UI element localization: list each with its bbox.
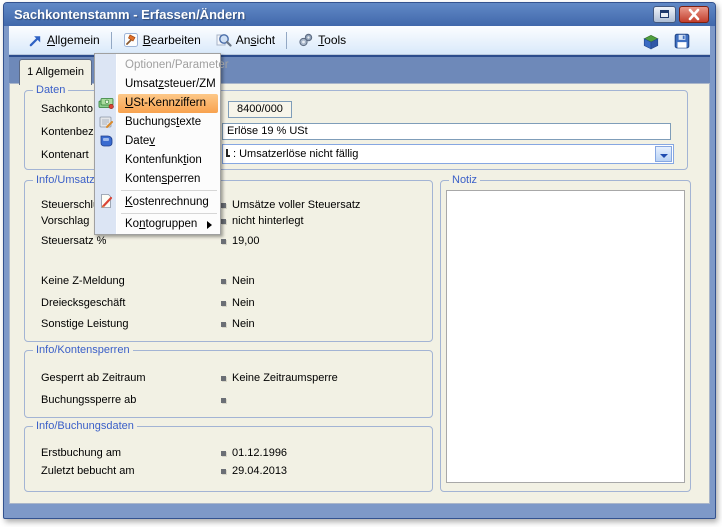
row-value: Keine Zeitraumsperre (232, 372, 338, 384)
note-pencil-icon (98, 114, 114, 130)
value-bullet (221, 451, 226, 456)
value-bullet (221, 203, 226, 208)
row-label: Vorschlag (41, 215, 89, 227)
close-icon (680, 7, 708, 22)
kontenart-dropdown[interactable]: : Umsatzerlöse nicht fällig (222, 144, 674, 164)
row-label: Gesperrt ab Zeitraum (41, 372, 146, 384)
group-info-buchungsdaten: Info/Buchungsdaten Erstbuchung am 01.12.… (24, 426, 433, 492)
kontenart-label: Kontenart (41, 149, 89, 161)
menu-ansicht[interactable]: Ansicht (208, 29, 282, 51)
submenu-arrow-icon (207, 221, 212, 229)
menubar: Allgemein Bearbeiten Ansicht (9, 26, 710, 55)
row-label: Zuletzt bebucht am (41, 465, 135, 477)
row-value: Nein (232, 318, 255, 330)
menu-separator (121, 213, 217, 214)
group-notiz-title: Notiz (449, 174, 480, 186)
arrow-ne-icon (28, 33, 43, 48)
menu-item-optionen-parameter: Optionen/Parameter (118, 56, 218, 75)
row-label: Dreiecksgeschäft (41, 297, 125, 309)
window-title: Sachkontenstamm - Erfassen/Ändern (14, 7, 245, 22)
floppy-save-icon (673, 32, 691, 50)
menu-item-kostenrechnung[interactable]: Kostenrechnung (118, 193, 218, 212)
row-value: Umsätze voller Steuersatz (232, 199, 360, 211)
datev-icon (98, 133, 114, 149)
group-info-kontensperren-title: Info/Kontensperren (33, 344, 133, 356)
menubar-separator (286, 32, 287, 49)
package-icon (642, 32, 660, 50)
row-value: 19,00 (232, 235, 260, 247)
banknotes-icon (98, 95, 114, 111)
kontenart-value: : Umsatzerlöse nicht fällig (233, 148, 358, 160)
sachkonto-field[interactable]: 8400/000 (228, 101, 292, 118)
row-label: Keine Z-Meldung (41, 275, 125, 287)
sachkonto-label: Sachkonto (41, 103, 93, 115)
menu-bearbeiten[interactable]: Bearbeiten (116, 29, 208, 51)
app-window: Sachkontenstamm - Erfassen/Ändern Allgem… (3, 2, 716, 519)
notiz-textarea[interactable] (446, 190, 685, 483)
menubar-separator (111, 32, 112, 49)
save-button[interactable] (673, 32, 691, 50)
group-info-buchungsdaten-title: Info/Buchungsdaten (33, 420, 137, 432)
menu-item-datev[interactable]: Datev (118, 132, 218, 151)
kontenart-hidden-text-fragment (226, 149, 230, 157)
restore-button[interactable] (653, 6, 676, 23)
value-bullet (221, 469, 226, 474)
row-value: nicht hinterlegt (232, 215, 304, 227)
kontenbezeichnung-field[interactable]: Erlöse 19 % USt (222, 123, 671, 140)
menu-item-kontensperren[interactable]: Kontensperren (118, 170, 218, 189)
close-button[interactable] (679, 6, 709, 23)
row-value: Nein (232, 275, 255, 287)
bearbeiten-dropdown-menu: Optionen/Parameter Umsatzsteuer/ZM USt-K… (94, 53, 221, 235)
menu-item-kontenfunktion[interactable]: Kontenfunktion (118, 151, 218, 170)
row-value: Nein (232, 297, 255, 309)
value-bullet (221, 322, 226, 327)
row-label: Buchungssperre ab (41, 394, 136, 406)
row-value: 29.04.2013 (232, 465, 287, 477)
value-bullet (221, 239, 226, 244)
value-bullet (221, 279, 226, 284)
menu-allgemein[interactable]: Allgemein (21, 29, 107, 51)
chevron-down-icon (660, 154, 668, 158)
menu-item-ust-kennziffern[interactable]: USt-Kennziffern (118, 94, 218, 113)
menu-item-kontogruppen[interactable]: Kontogruppen (118, 215, 218, 234)
value-bullet (221, 219, 226, 224)
group-daten-title: Daten (33, 84, 68, 96)
menu-separator (121, 190, 217, 191)
row-label: Sonstige Leistung (41, 318, 128, 330)
hammer-icon (123, 32, 139, 48)
row-value: 01.12.1996 (232, 447, 287, 459)
value-bullet (221, 398, 226, 403)
red-pencil-document-icon (98, 193, 114, 209)
value-bullet (221, 301, 226, 306)
package-button[interactable] (642, 32, 660, 50)
magnifier-icon (215, 32, 232, 48)
row-label: Steuersatz % (41, 235, 106, 247)
menu-tools[interactable]: Tools (291, 29, 353, 51)
gears-icon (298, 32, 314, 48)
titlebar: Sachkontenstamm - Erfassen/Ändern (4, 3, 715, 26)
row-label: Erstbuchung am (41, 447, 121, 459)
group-info-kontensperren: Info/Kontensperren Gesperrt ab Zeitraum … (24, 350, 433, 418)
group-info-umsatzsteuer: Info/Umsatzsteuer Steuerschlüssel Umsätz… (24, 180, 433, 342)
menu-item-buchungstexte[interactable]: Buchungstexte (118, 113, 218, 132)
menu-item-umsatzsteuer-zm[interactable]: Umsatzsteuer/ZM (118, 75, 218, 94)
kontenart-dropdown-button[interactable] (655, 146, 672, 162)
value-bullet (221, 376, 226, 381)
restore-icon (660, 10, 669, 18)
group-notiz: Notiz (440, 180, 691, 492)
tab-allgemein[interactable]: 1 Allgemein (19, 59, 92, 85)
